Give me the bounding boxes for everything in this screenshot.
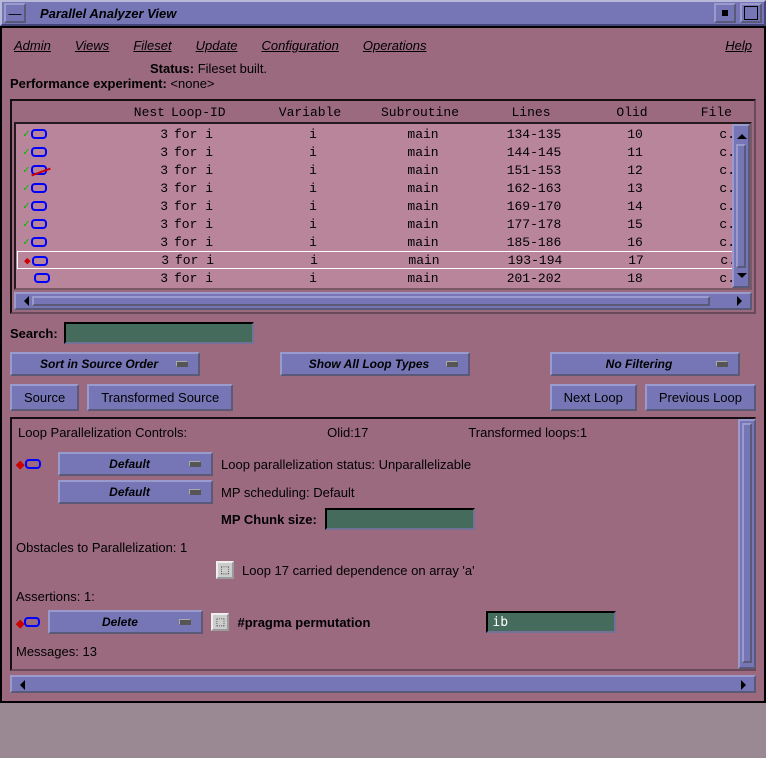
perf-exp-line: Performance experiment: <none> xyxy=(10,76,756,91)
window-titlebar: — Parallel Analyzer View xyxy=(0,0,766,26)
table-vertical-scrollbar[interactable] xyxy=(732,124,750,288)
chunk-input[interactable] xyxy=(325,508,475,530)
table-header: Nest Loop-ID Variable Subroutine Lines O… xyxy=(14,103,752,122)
table-row[interactable]: ✓3for iimain162-16313c. xyxy=(17,179,749,197)
table-row[interactable]: ✓3for iimain185-18616c. xyxy=(17,233,749,251)
menu-views[interactable]: Views xyxy=(75,38,109,53)
obstacle-text: Loop 17 carried dependence on array 'a' xyxy=(242,563,475,578)
table-row[interactable]: ✓3for iimain144-14511c. xyxy=(17,143,749,161)
table-row[interactable]: ✓3for iimain169-17014c. xyxy=(17,197,749,215)
details-section-label: Loop Parallelization Controls: xyxy=(18,425,187,440)
next-loop-button[interactable]: Next Loop xyxy=(550,384,637,411)
loop-table-frame: Nest Loop-ID Variable Subroutine Lines O… xyxy=(10,99,756,314)
obstacle-icon[interactable]: ⬚ xyxy=(216,561,234,579)
menubar: Admin Views Fileset Update Configuration… xyxy=(10,34,756,61)
par-status-label: Loop parallelization status: Unparalleli… xyxy=(221,457,471,472)
source-button[interactable]: Source xyxy=(10,384,79,411)
assertions-header: Assertions: 1: xyxy=(16,589,750,604)
hdr-variable: Variable xyxy=(255,105,365,120)
table-row[interactable]: ✓3for iimain134-13510c. xyxy=(17,125,749,143)
pragma-icon[interactable]: ⬚ xyxy=(211,613,229,631)
transformed-source-button[interactable]: Transformed Source xyxy=(87,384,233,411)
bottom-horizontal-scrollbar[interactable] xyxy=(10,675,756,693)
table-body[interactable]: ✓3for iimain134-13510c.✓3for iimain144-1… xyxy=(14,122,752,290)
hdr-file: File xyxy=(677,105,732,120)
menu-help[interactable]: Help xyxy=(725,38,752,53)
details-vertical-scrollbar[interactable] xyxy=(738,419,756,669)
menu-fileset[interactable]: Fileset xyxy=(133,38,171,53)
table-row[interactable]: ✓3for iimain151-15312c. xyxy=(17,161,749,179)
hdr-subroutine: Subroutine xyxy=(365,105,475,120)
details-transformed: Transformed loops:1 xyxy=(468,425,587,440)
loop-icon xyxy=(24,617,40,627)
par-status-option[interactable]: Default xyxy=(58,452,213,476)
status-line: Status: Fileset built. xyxy=(150,61,756,76)
details-panel: Loop Parallelization Controls: Olid:17 T… xyxy=(10,417,756,671)
search-input[interactable] xyxy=(64,322,254,344)
delete-option[interactable]: Delete xyxy=(48,610,203,634)
system-menu-button[interactable]: — xyxy=(4,3,26,23)
table-row[interactable]: ◆3for iimain193-19417c. xyxy=(17,251,749,269)
pragma-input[interactable] xyxy=(486,611,616,633)
table-row[interactable]: ✓3for iimain177-17815c. xyxy=(17,215,749,233)
menu-configuration[interactable]: Configuration xyxy=(262,38,339,53)
table-row[interactable]: 3for iimain201-20218c. xyxy=(17,269,749,287)
details-olid: Olid:17 xyxy=(327,425,368,440)
sched-label: MP scheduling: Default xyxy=(221,485,354,500)
hdr-nest: Nest xyxy=(60,105,165,120)
window-title: Parallel Analyzer View xyxy=(28,6,712,21)
sched-option[interactable]: Default xyxy=(58,480,213,504)
status-block: Status: Fileset built. Performance exper… xyxy=(10,61,756,99)
hdr-olid: Olid xyxy=(587,105,677,120)
previous-loop-button[interactable]: Previous Loop xyxy=(645,384,756,411)
messages-header: Messages: 13 xyxy=(16,644,750,659)
minimize-button[interactable] xyxy=(714,3,736,23)
pragma-text: #pragma permutation xyxy=(237,615,370,630)
menu-update[interactable]: Update xyxy=(196,38,238,53)
sort-option[interactable]: Sort in Source Order xyxy=(10,352,200,376)
chunk-label: MP Chunk size: xyxy=(221,512,317,527)
hdr-loop-id: Loop-ID xyxy=(165,105,255,120)
menu-operations[interactable]: Operations xyxy=(363,38,427,53)
hdr-lines: Lines xyxy=(475,105,587,120)
filter-option[interactable]: No Filtering xyxy=(550,352,740,376)
search-label: Search: xyxy=(10,326,58,341)
loop-icon xyxy=(25,459,41,469)
obstacles-header: Obstacles to Parallelization: 1 xyxy=(16,540,750,555)
show-loops-option[interactable]: Show All Loop Types xyxy=(280,352,470,376)
table-horizontal-scrollbar[interactable] xyxy=(14,292,752,310)
window-body: Admin Views Fileset Update Configuration… xyxy=(0,26,766,703)
maximize-button[interactable] xyxy=(740,3,762,23)
menu-admin[interactable]: Admin xyxy=(14,38,51,53)
